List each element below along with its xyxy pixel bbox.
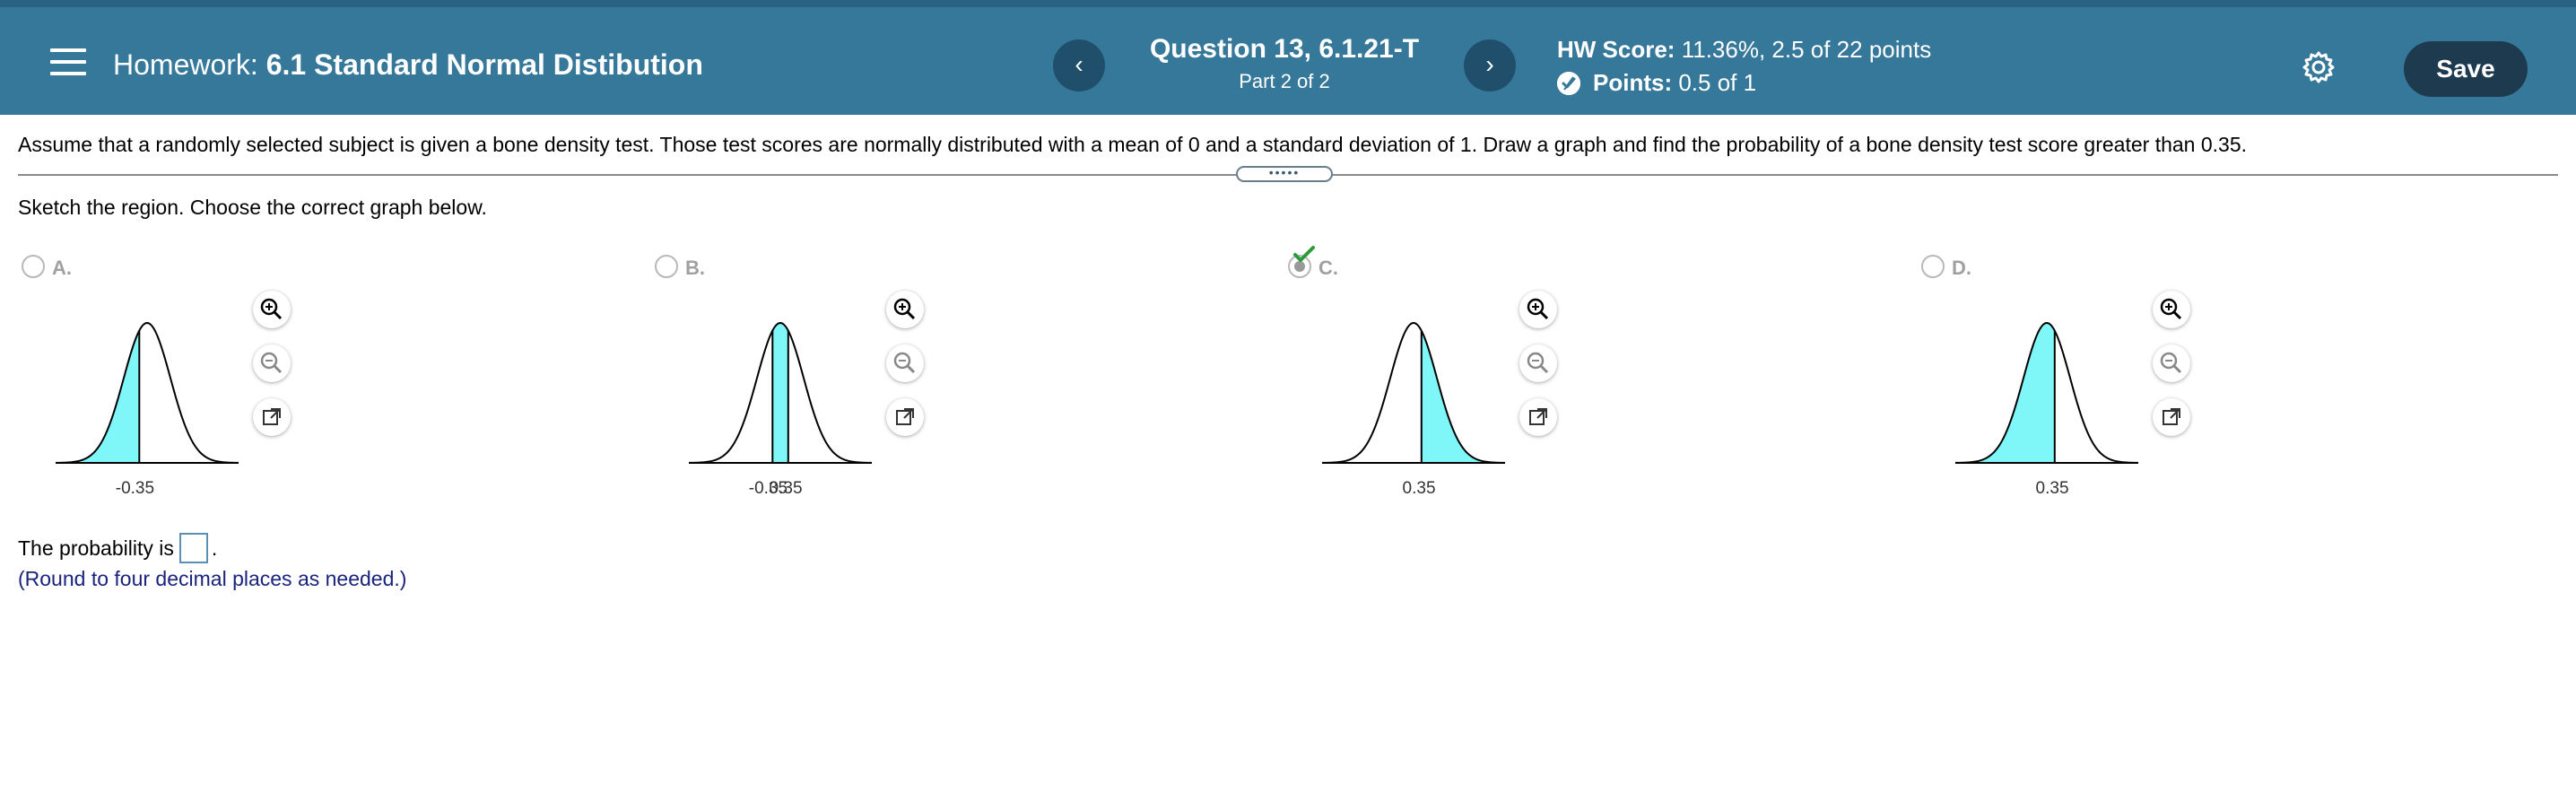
zoom-out-icon[interactable]: [886, 344, 924, 382]
homework-prefix: Homework:: [113, 48, 258, 81]
shaded-region: [1955, 323, 2055, 463]
check-icon: [1293, 246, 1315, 262]
question-info: Question 13, 6.1.21-T Part 2 of 2: [1105, 34, 1464, 93]
gear-icon[interactable]: [2302, 50, 2336, 84]
tick-label: 0.35: [2035, 479, 2069, 498]
homework-title: Homework: 6.1 Standard Normal Distibutio…: [113, 48, 703, 82]
save-button[interactable]: Save: [2404, 41, 2528, 97]
question-text: Assume that a randomly selected subject …: [18, 133, 2247, 156]
normal-curve: [1322, 321, 1505, 464]
option-c-letter: C.: [1318, 257, 1338, 279]
option-b[interactable]: B. -0.35 0.35: [651, 255, 924, 506]
tick-label: -0.35: [115, 479, 155, 498]
partial-points-icon: [1557, 71, 1580, 95]
open-external-icon[interactable]: [886, 398, 924, 436]
shaded-region: [772, 323, 788, 463]
previous-question-button[interactable]: ‹: [1053, 39, 1105, 92]
question-title: Question 13, 6.1.21-T: [1149, 34, 1420, 64]
probability-suffix: .: [211, 536, 218, 560]
tick-label: 0.35: [1402, 479, 1436, 498]
next-question-button[interactable]: ›: [1464, 39, 1516, 92]
homework-name: 6.1 Standard Normal Distibution: [265, 48, 703, 81]
option-c-graph: [1322, 321, 1505, 464]
probability-input[interactable]: [178, 533, 208, 563]
zoom-in-icon[interactable]: [886, 291, 924, 328]
zoom-out-icon[interactable]: [253, 344, 291, 382]
option-d[interactable]: D. 0.35: [1918, 255, 2190, 506]
zoom-out-icon[interactable]: [1519, 344, 1557, 382]
option-a-graph: [56, 321, 239, 464]
option-d-graph: [1955, 321, 2138, 464]
probability-line: The probability is .: [18, 533, 217, 563]
points-value: 0.5 of 1: [1678, 69, 1757, 96]
open-external-icon[interactable]: [253, 398, 291, 436]
option-d-radio[interactable]: [1921, 255, 1945, 278]
top-bar: Homework: 6.1 Standard Normal Distibutio…: [0, 0, 2576, 115]
option-a-letter: A.: [52, 257, 72, 279]
option-c[interactable]: C. 0.35: [1284, 246, 1557, 506]
option-b-graph: [689, 321, 872, 464]
hw-score-value: 11.36%, 2.5 of 22 points: [1681, 36, 1932, 63]
question-part: Part 2 of 2: [1239, 70, 1330, 92]
zoom-in-icon[interactable]: [1519, 291, 1557, 328]
instruction-text: Sketch the region. Choose the correct gr…: [18, 196, 487, 219]
shaded-region: [1422, 331, 1505, 463]
points: Points: 0.5 of 1: [1557, 69, 1931, 97]
rounding-note: (Round to four decimal places as needed.…: [18, 567, 407, 590]
option-d-letter: D.: [1952, 257, 1971, 279]
shaded-region: [56, 331, 139, 463]
option-a-radio[interactable]: [22, 255, 45, 278]
open-external-icon[interactable]: [2153, 398, 2190, 436]
normal-curve: [56, 321, 239, 464]
probability-prefix: The probability is: [18, 536, 174, 560]
zoom-out-icon[interactable]: [2153, 344, 2190, 382]
hw-score-label: HW Score:: [1557, 36, 1675, 63]
option-a[interactable]: A. -0.35: [18, 255, 291, 506]
option-b-letter: B.: [685, 257, 705, 279]
menu-icon[interactable]: [50, 48, 86, 75]
zoom-in-icon[interactable]: [253, 291, 291, 328]
hw-score: HW Score: 11.36%, 2.5 of 22 points: [1557, 36, 1931, 64]
zoom-in-icon[interactable]: [2153, 291, 2190, 328]
option-b-radio[interactable]: [655, 255, 678, 278]
resize-handle[interactable]: •••••: [1236, 166, 1333, 182]
open-external-icon[interactable]: [1519, 398, 1557, 436]
score-block: HW Score: 11.36%, 2.5 of 22 points Point…: [1557, 36, 1931, 97]
tick-label: 0.35: [769, 479, 803, 498]
points-label: Points:: [1593, 69, 1673, 96]
